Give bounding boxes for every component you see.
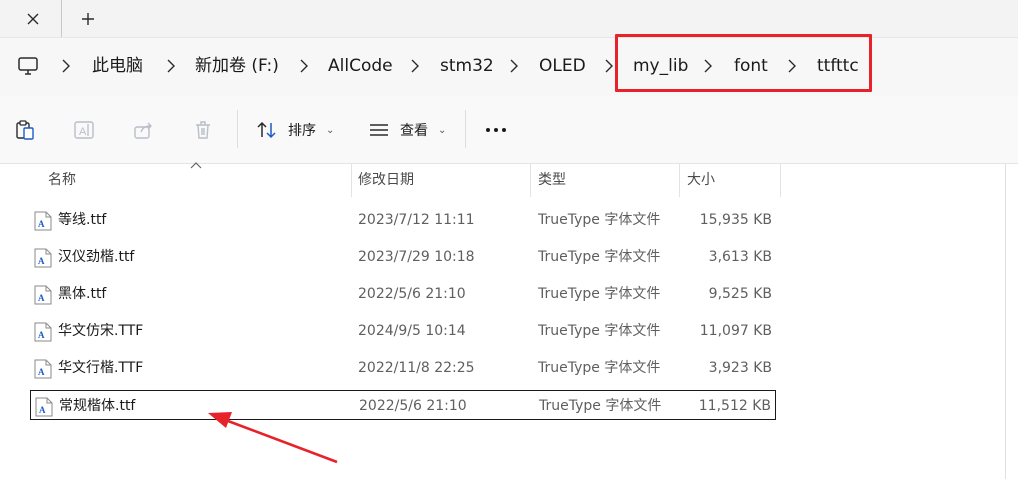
tab-strip — [0, 0, 1018, 37]
file-list: 名称 修改日期 类型 大小 A 等线.ttf 2023/7/12 11:11 T… — [0, 162, 1018, 479]
file-modified: 2024/9/5 10:14 — [358, 323, 466, 339]
file-type: TrueType 字体文件 — [538, 323, 661, 339]
view-label: 查看 — [400, 123, 428, 139]
plus-icon — [82, 13, 94, 25]
chevron-right-icon[interactable] — [164, 56, 178, 76]
file-modified: 2022/5/6 21:10 — [358, 286, 466, 302]
file-modified: 2023/7/12 11:11 — [358, 212, 475, 228]
chevron-right-icon[interactable] — [701, 56, 715, 76]
column-header-size[interactable]: 大小 — [687, 164, 715, 197]
command-bar: A 排序 ⌄ 查看 ⌄ — [0, 96, 1018, 164]
chevron-down-icon: ⌄ — [326, 124, 335, 136]
file-size: 3,613 KB — [708, 249, 772, 265]
delete-icon — [196, 121, 210, 139]
svg-text:A: A — [39, 405, 46, 415]
pane-border — [1005, 164, 1006, 479]
file-size: 15,935 KB — [699, 212, 772, 228]
file-type: TrueType 字体文件 — [538, 249, 661, 265]
svg-text:A: A — [38, 330, 45, 340]
column-separator[interactable] — [351, 164, 352, 197]
file-type: TrueType 字体文件 — [538, 360, 661, 376]
computer-icon[interactable] — [16, 54, 40, 78]
sort-dropdown[interactable]: 排序 ⌄ — [256, 116, 334, 144]
file-row[interactable]: A 汉仪劲楷.ttf 2023/7/29 10:18 TrueType 字体文件… — [30, 242, 776, 272]
rename-button[interactable]: A — [71, 117, 97, 143]
file-modified: 2023/7/29 10:18 — [358, 249, 475, 265]
breadcrumb-item-this-pc[interactable]: 此电脑 — [92, 55, 143, 77]
breadcrumb-item-allcode[interactable]: AllCode — [328, 55, 393, 77]
file-row[interactable]: A 黑体.ttf 2022/5/6 21:10 TrueType 字体文件 9,… — [30, 279, 776, 309]
toolbar-separator — [237, 110, 238, 148]
font-file-icon: A — [34, 359, 52, 379]
sort-label: 排序 — [288, 123, 316, 139]
more-icon — [486, 128, 506, 132]
svg-text:A: A — [38, 367, 45, 377]
file-size: 3,923 KB — [708, 360, 772, 376]
toolbar-separator — [465, 110, 466, 148]
file-row-selected[interactable]: A 常规楷体.ttf 2022/5/6 21:10 TrueType 字体文件 … — [30, 390, 776, 420]
column-header-name[interactable]: 名称 — [48, 164, 76, 197]
chevron-right-icon[interactable] — [507, 56, 521, 76]
svg-text:A: A — [38, 293, 45, 303]
svg-text:A: A — [38, 219, 45, 229]
column-separator[interactable] — [530, 164, 531, 197]
close-tab-button[interactable] — [19, 5, 47, 33]
chevron-right-icon[interactable] — [408, 56, 422, 76]
more-options-button[interactable] — [482, 118, 510, 142]
font-file-icon: A — [34, 248, 52, 268]
file-name: 汉仪劲楷.ttf — [58, 249, 135, 265]
close-icon — [27, 13, 39, 25]
chevron-right-icon[interactable] — [602, 56, 616, 76]
file-name: 等线.ttf — [58, 212, 107, 228]
paste-button[interactable] — [12, 117, 38, 143]
file-name: 黑体.ttf — [58, 286, 107, 302]
file-size: 11,097 KB — [699, 323, 772, 339]
file-row[interactable]: A 华文行楷.TTF 2022/11/8 22:25 TrueType 字体文件… — [30, 353, 776, 383]
chevron-right-icon[interactable] — [785, 56, 799, 76]
tab-divider — [61, 0, 62, 37]
chevron-down-icon: ⌄ — [438, 124, 447, 136]
breadcrumb-item-my-lib[interactable]: my_lib — [633, 55, 688, 77]
file-type: TrueType 字体文件 — [538, 212, 661, 228]
view-dropdown[interactable]: 查看 ⌄ — [368, 116, 446, 144]
chevron-right-icon[interactable] — [297, 56, 311, 76]
share-button[interactable] — [131, 117, 157, 143]
breadcrumb: 此电脑 新加卷 (F:) AllCode stm32 OLED my_lib f… — [0, 37, 1018, 96]
breadcrumb-item-ttfttc[interactable]: ttfttc — [817, 55, 859, 77]
font-file-icon: A — [34, 322, 52, 342]
column-header-type[interactable]: 类型 — [538, 164, 566, 197]
column-separator[interactable] — [780, 164, 781, 197]
chevron-right-icon[interactable] — [59, 56, 73, 76]
file-size: 11,512 KB — [698, 398, 771, 414]
svg-text:A: A — [38, 256, 45, 266]
rename-icon: A — [74, 121, 94, 139]
file-row[interactable]: A 华文仿宋.TTF 2024/9/5 10:14 TrueType 字体文件 … — [30, 316, 776, 346]
delete-button[interactable] — [190, 117, 216, 143]
view-icon — [370, 124, 388, 136]
svg-text:A: A — [79, 126, 87, 138]
file-modified: 2022/11/8 22:25 — [358, 360, 475, 376]
font-file-icon: A — [35, 397, 53, 417]
font-file-icon: A — [34, 285, 52, 305]
font-file-icon: A — [34, 211, 52, 231]
new-tab-button[interactable] — [74, 5, 102, 33]
file-name: 华文行楷.TTF — [58, 360, 144, 376]
share-icon — [134, 122, 152, 139]
breadcrumb-item-stm32[interactable]: stm32 — [440, 55, 494, 77]
file-name: 华文仿宋.TTF — [58, 323, 144, 339]
column-header-row: 名称 修改日期 类型 大小 — [0, 164, 781, 197]
file-type: TrueType 字体文件 — [538, 286, 661, 302]
breadcrumb-item-font[interactable]: font — [734, 55, 768, 77]
column-header-modified[interactable]: 修改日期 — [358, 164, 414, 197]
file-modified: 2022/5/6 21:10 — [359, 398, 467, 414]
file-row[interactable]: A 等线.ttf 2023/7/12 11:11 TrueType 字体文件 1… — [30, 205, 776, 235]
file-type: TrueType 字体文件 — [539, 398, 662, 414]
column-separator[interactable] — [679, 164, 680, 197]
breadcrumb-item-oled[interactable]: OLED — [539, 55, 586, 77]
breadcrumb-item-drive[interactable]: 新加卷 (F:) — [195, 55, 279, 77]
file-name: 常规楷体.ttf — [59, 398, 136, 414]
file-size: 9,525 KB — [708, 286, 772, 302]
clipboard-icon — [16, 120, 34, 140]
sort-icon — [257, 121, 276, 139]
